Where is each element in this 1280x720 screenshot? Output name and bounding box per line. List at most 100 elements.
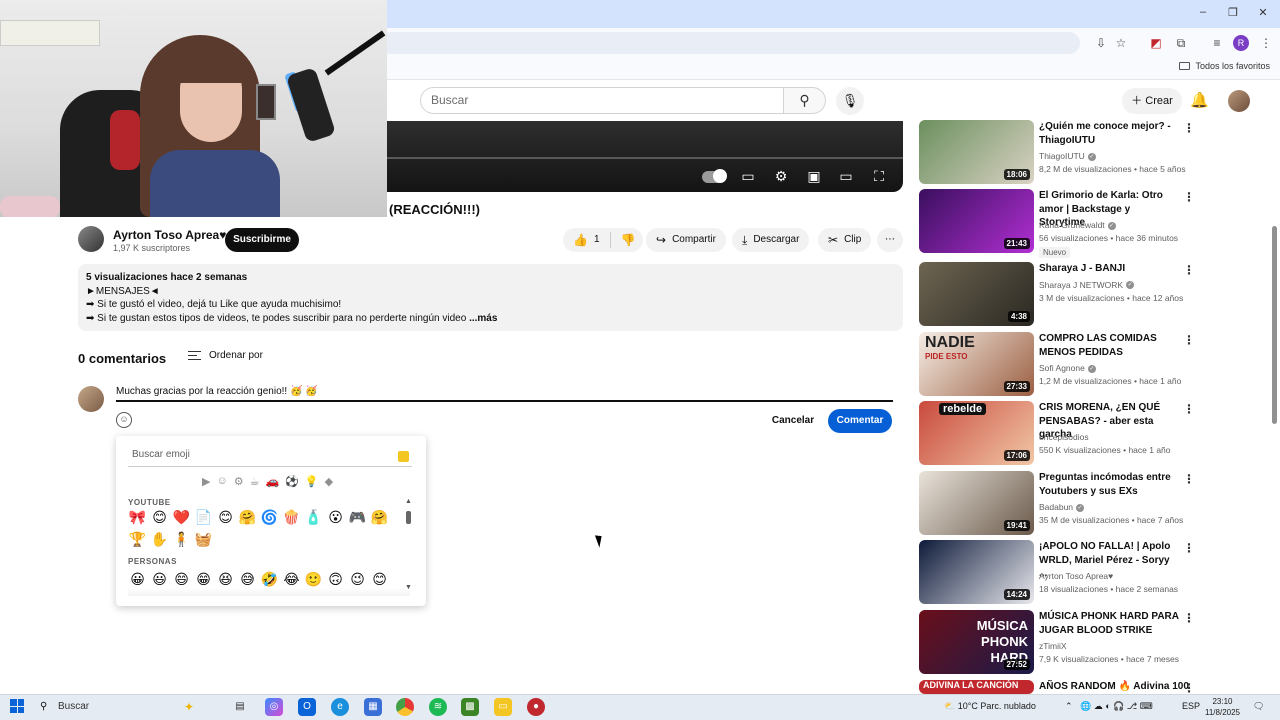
voice-search-button[interactable]: 🎙 bbox=[836, 87, 864, 115]
emoji-item[interactable]: 😄 bbox=[172, 570, 191, 588]
emoji-category-tab[interactable]: 💡 bbox=[305, 475, 319, 488]
recommended-video[interactable]: 4:38 Sharaya J - BANJI Sharaya J NETWORK ✓ 3… bbox=[919, 262, 1264, 328]
more-options-icon[interactable]: ⋮ bbox=[1183, 472, 1195, 486]
emoji-category-tab[interactable]: ⚙ bbox=[234, 475, 244, 488]
recommended-video-title[interactable]: COMPRO LAS COMIDAS MENOS PEDIDAS bbox=[1039, 332, 1179, 359]
more-options-icon[interactable]: ⋮ bbox=[1183, 263, 1195, 277]
recommended-channel-name[interactable]: Sharaya J NETWORK ✓ bbox=[1039, 280, 1135, 290]
file-explorer-icon[interactable]: ▭ bbox=[494, 698, 512, 716]
channel-avatar[interactable] bbox=[78, 226, 104, 252]
emoji-picker-toggle-icon[interactable]: ☺ bbox=[116, 412, 132, 428]
video-description[interactable]: 5 visualizaciones hace 2 semanas ►MENSAJ… bbox=[78, 264, 903, 331]
subtitles-icon[interactable]: ▭ bbox=[738, 167, 758, 185]
channel-name[interactable]: Ayrton Toso Aprea♥ bbox=[113, 228, 226, 242]
recommended-video[interactable]: NADIE PIDE ESTO 27:33 COMPRO LAS COMIDAS ME… bbox=[919, 332, 1264, 398]
emoji-item[interactable]: ❤️ bbox=[172, 508, 191, 526]
emoji-item[interactable]: 🤗 bbox=[370, 508, 389, 526]
reading-list-icon[interactable]: ≡ bbox=[1209, 35, 1225, 51]
emoji-item[interactable]: 😃 bbox=[150, 570, 169, 588]
recommended-channel-name[interactable]: Ayrton Toso Aprea♥ bbox=[1039, 571, 1113, 581]
emoji-item[interactable]: 🍿 bbox=[282, 508, 301, 526]
clip-button[interactable]: ✂ Clip bbox=[818, 228, 872, 252]
emoji-item[interactable]: 🙃 bbox=[326, 570, 345, 588]
more-options-icon[interactable]: ⋮ bbox=[1183, 333, 1195, 347]
video-thumbnail[interactable]: 4:38 bbox=[919, 262, 1034, 326]
edge-browser-icon[interactable]: e bbox=[331, 698, 349, 716]
recommended-video[interactable]: 18:06 ¿Quién me conoce mejor? - ThiagoIUT… bbox=[919, 120, 1264, 186]
page-scrollbar[interactable] bbox=[1272, 226, 1277, 424]
video-thumbnail[interactable]: 14:24 bbox=[919, 540, 1034, 604]
download-button[interactable]: ⤓ Descargar bbox=[732, 228, 810, 252]
all-bookmarks-folder[interactable]: Todos los favoritos bbox=[1179, 61, 1270, 71]
emoji-item[interactable]: 😂 bbox=[282, 570, 301, 588]
video-thumbnail[interactable]: rebelde 17:06 bbox=[919, 401, 1034, 465]
emoji-item[interactable]: 🙂 bbox=[304, 570, 323, 588]
close-window-button[interactable]: ✕ bbox=[1246, 6, 1280, 19]
recommended-video-title[interactable]: Preguntas incómodas entre Youtubers y su… bbox=[1039, 471, 1179, 498]
notification-center-icon[interactable]: 🗨 bbox=[1253, 701, 1264, 712]
input-language[interactable]: ESP bbox=[1182, 701, 1200, 711]
emoji-item[interactable]: 😅 bbox=[238, 570, 257, 588]
bookmark-star-icon[interactable]: ☆ bbox=[1113, 35, 1129, 51]
more-options-icon[interactable]: ⋮ bbox=[1183, 681, 1195, 695]
recommended-video[interactable]: 14:24 ¡APOLO NO FALLA! | Apolo WRLD, Mari… bbox=[919, 540, 1264, 606]
recommended-channel-name[interactable]: Badabun ✓ bbox=[1039, 502, 1085, 512]
submit-comment-button[interactable]: Comentar bbox=[828, 409, 892, 433]
recommended-channel-name[interactable]: oncepisodios bbox=[1039, 432, 1089, 442]
emoji-scroll-up-icon[interactable]: ▲ bbox=[405, 498, 412, 505]
emoji-item[interactable]: ✋ bbox=[150, 530, 169, 548]
emoji-item[interactable]: 📄 bbox=[194, 508, 213, 526]
recommended-video-title[interactable]: ¿Quién me conoce mejor? - ThiagoIUTU bbox=[1039, 120, 1179, 147]
search-input[interactable]: Buscar bbox=[420, 87, 784, 114]
emoji-item[interactable]: 😊 bbox=[370, 570, 389, 588]
task-view-icon[interactable]: ▤ bbox=[231, 698, 249, 716]
account-avatar[interactable] bbox=[1228, 90, 1250, 112]
video-thumbnail[interactable]: MÚSICA PHONK HARD 27:52 bbox=[919, 610, 1034, 674]
more-options-icon[interactable]: ⋮ bbox=[1183, 121, 1195, 135]
clock[interactable]: 23:10 11/8/2025 bbox=[1205, 696, 1240, 718]
minimize-button[interactable]: – bbox=[1186, 6, 1220, 18]
cancel-comment-button[interactable]: Cancelar bbox=[764, 409, 822, 433]
more-actions-button[interactable]: ⋯ bbox=[877, 228, 903, 252]
emoji-category-tab[interactable]: 🚗 bbox=[265, 475, 279, 488]
theater-mode-icon[interactable]: ▭ bbox=[836, 167, 856, 185]
sort-comments-button[interactable]: Ordenar por bbox=[188, 350, 263, 361]
recommended-video[interactable]: 19:41 Preguntas incómodas entre Youtubers… bbox=[919, 471, 1264, 537]
maximize-button[interactable]: ❐ bbox=[1216, 6, 1250, 19]
emoji-search-input[interactable]: Buscar emoji bbox=[132, 449, 190, 460]
copilot-sparkle-icon[interactable]: ✦ bbox=[180, 698, 198, 716]
thumbs-up-icon[interactable]: 👍 bbox=[573, 228, 588, 252]
recommended-video[interactable]: rebelde 17:06 CRIS MORENA, ¿EN QUÉ PENSABA… bbox=[919, 401, 1264, 467]
recommended-channel-name[interactable]: ThiagoIUTU ✓ bbox=[1039, 151, 1096, 161]
create-button[interactable]: ＋ Crear bbox=[1122, 88, 1182, 114]
video-progress-bar[interactable] bbox=[387, 157, 903, 159]
emoji-category-tab[interactable]: ◆ bbox=[325, 475, 333, 488]
emoji-item[interactable]: 😊 bbox=[150, 508, 169, 526]
emoji-item[interactable]: 😀 bbox=[128, 570, 147, 588]
emoji-item[interactable]: 🧴 bbox=[304, 508, 323, 526]
emoji-item[interactable]: 🏆 bbox=[128, 530, 147, 548]
miniplayer-icon[interactable]: ▣ bbox=[804, 167, 824, 185]
extensions-puzzle-icon[interactable]: ⧉ bbox=[1173, 35, 1189, 51]
tray-chevron-icon[interactable]: ⌃ bbox=[1065, 701, 1073, 712]
video-thumbnail[interactable]: NADIE PIDE ESTO 27:33 bbox=[919, 332, 1034, 396]
chrome-menu-icon[interactable]: ⋮ bbox=[1258, 35, 1274, 51]
store-icon[interactable]: ▦ bbox=[364, 698, 382, 716]
more-options-icon[interactable]: ⋮ bbox=[1183, 190, 1195, 204]
more-options-icon[interactable]: ⋮ bbox=[1183, 541, 1195, 555]
emoji-scroll-down-icon[interactable]: ▼ bbox=[405, 584, 412, 591]
emoji-item[interactable]: 🎮 bbox=[348, 508, 367, 526]
profile-avatar[interactable]: R bbox=[1233, 35, 1249, 51]
recording-app-icon[interactable]: ● bbox=[527, 698, 545, 716]
video-thumbnail[interactable]: 19:41 bbox=[919, 471, 1034, 535]
emoji-item[interactable]: 🎀 bbox=[128, 508, 147, 526]
emoji-item[interactable]: 🧺 bbox=[194, 530, 213, 548]
outlook-icon[interactable]: O bbox=[298, 698, 316, 716]
like-count[interactable]: 1 bbox=[594, 228, 600, 252]
recommended-channel-name[interactable]: Sofi Agnone ✓ bbox=[1039, 363, 1096, 373]
minecraft-icon[interactable]: ▩ bbox=[461, 698, 479, 716]
emoji-skin-tone-icon[interactable] bbox=[398, 451, 409, 462]
extension-icon[interactable]: ◩ bbox=[1148, 35, 1164, 51]
emoji-scrollbar[interactable] bbox=[406, 511, 411, 524]
share-button[interactable]: ↪ Compartir bbox=[646, 228, 726, 252]
